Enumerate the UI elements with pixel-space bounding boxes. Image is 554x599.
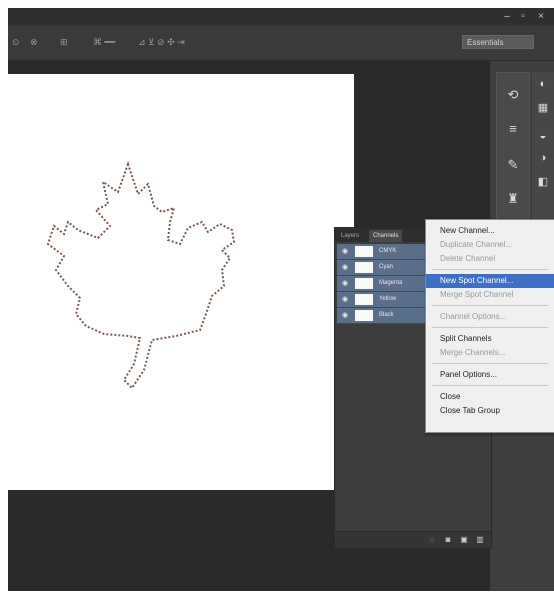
channel-thumbnail xyxy=(355,278,373,289)
tool-option-icon[interactable]: ⊗ xyxy=(30,35,38,49)
channel-row-cyan[interactable]: ◉ Cyan xyxy=(337,260,425,276)
visibility-eye-icon[interactable]: ◉ xyxy=(340,279,350,288)
tab-layers[interactable]: Layers xyxy=(337,230,363,242)
menu-divider xyxy=(432,385,548,386)
adjustments-icon[interactable]: ◒ xyxy=(535,128,551,144)
visibility-eye-icon[interactable]: ◉ xyxy=(340,311,350,320)
channel-thumbnail xyxy=(355,262,373,273)
document-canvas[interactable] xyxy=(8,74,354,490)
tool-option-icon[interactable]: ⊞ xyxy=(60,35,68,49)
visibility-eye-icon[interactable]: ◉ xyxy=(340,295,350,304)
menu-item-close-tab-group[interactable]: Close Tab Group xyxy=(426,404,554,418)
channels-panel-menu: New Channel... Duplicate Channel... Dele… xyxy=(425,219,554,433)
channel-thumbnail xyxy=(355,246,373,257)
title-bar: – ▫ × xyxy=(8,8,554,26)
panel-icon-column: ⟲ ≡ ✎ ♜ xyxy=(496,72,530,234)
options-bar: ⊙ ⊗ ⊞ ⌘ ━━ ⊿ ⊻ ⊘ ✣ ⇥ Essentials xyxy=(8,26,554,61)
menu-item-new-channel[interactable]: New Channel... xyxy=(426,224,554,238)
menu-item-new-spot-channel[interactable]: New Spot Channel... xyxy=(426,274,554,288)
menu-divider xyxy=(432,327,548,328)
minimize-button[interactable]: – xyxy=(500,11,514,23)
leaf-shape xyxy=(46,160,236,390)
tool-option-icon[interactable]: ⊿ ⊻ ⊘ ✣ ⇥ xyxy=(138,35,185,49)
menu-item-split-channels[interactable]: Split Channels xyxy=(426,332,554,346)
photoshop-window: – ▫ × ⊙ ⊗ ⊞ ⌘ ━━ ⊿ ⊻ ⊘ ✣ ⇥ Essentials ⟲ … xyxy=(8,8,554,591)
channel-row-yellow[interactable]: ◉ Yellow xyxy=(337,292,425,308)
secondary-icon-column: ◐ ▦ ◒ ◑ ◧ xyxy=(532,72,554,222)
tab-channels[interactable]: Channels xyxy=(369,230,403,242)
channel-thumbnail xyxy=(355,294,373,305)
menu-divider xyxy=(432,269,548,270)
close-button[interactable]: × xyxy=(534,11,548,23)
channel-name: Magenta xyxy=(379,280,403,286)
panel-footer: ◌ ◙ ▣ ▥ xyxy=(335,531,491,548)
channel-thumbnail xyxy=(355,310,373,321)
menu-item-duplicate-channel[interactable]: Duplicate Channel... xyxy=(426,238,554,252)
color-icon[interactable]: ◐ xyxy=(535,76,551,92)
layers-icon[interactable]: ◧ xyxy=(535,174,551,190)
restore-button[interactable]: ▫ xyxy=(516,11,530,23)
menu-item-delete-channel[interactable]: Delete Channel xyxy=(426,252,554,266)
actions-icon[interactable]: ♜ xyxy=(503,189,523,209)
styles-icon[interactable]: ◑ xyxy=(535,150,551,166)
save-selection-icon[interactable]: ◙ xyxy=(443,535,453,545)
channel-row-cmyk[interactable]: ◉ CMYK xyxy=(337,244,425,260)
new-channel-icon[interactable]: ▣ xyxy=(459,535,469,545)
channel-row-magenta[interactable]: ◉ Magenta xyxy=(337,276,425,292)
channel-name: Cyan xyxy=(379,264,394,270)
menu-item-merge-channels[interactable]: Merge Channels... xyxy=(426,346,554,360)
menu-item-channel-options[interactable]: Channel Options... xyxy=(426,310,554,324)
channel-name: CMYK xyxy=(379,248,397,254)
swatches-icon[interactable]: ▦ xyxy=(535,100,551,116)
visibility-eye-icon[interactable]: ◉ xyxy=(340,247,350,256)
delete-channel-icon[interactable]: ▥ xyxy=(475,535,485,545)
menu-item-panel-options[interactable]: Panel Options... xyxy=(426,368,554,382)
leaf-selection-outline xyxy=(46,160,236,390)
channel-name: Black xyxy=(379,312,394,318)
menu-item-close[interactable]: Close xyxy=(426,390,554,404)
visibility-eye-icon[interactable]: ◉ xyxy=(340,263,350,272)
channel-row-black[interactable]: ◉ Black xyxy=(337,308,425,324)
channel-name: Yellow xyxy=(379,296,397,302)
workspace-select[interactable]: Essentials xyxy=(462,35,534,49)
history-icon[interactable]: ⟲ xyxy=(503,85,523,105)
tool-option-icon[interactable]: ⊙ xyxy=(12,35,20,49)
paths-icon[interactable]: ✎ xyxy=(503,155,523,175)
menu-divider xyxy=(432,363,548,364)
tool-option-icon[interactable]: ⌘ ━━ xyxy=(93,35,115,49)
menu-divider xyxy=(432,305,548,306)
menu-item-merge-spot-channel[interactable]: Merge Spot Channel xyxy=(426,288,554,302)
properties-icon[interactable]: ≡ xyxy=(503,119,523,139)
load-selection-icon[interactable]: ◌ xyxy=(427,535,437,545)
